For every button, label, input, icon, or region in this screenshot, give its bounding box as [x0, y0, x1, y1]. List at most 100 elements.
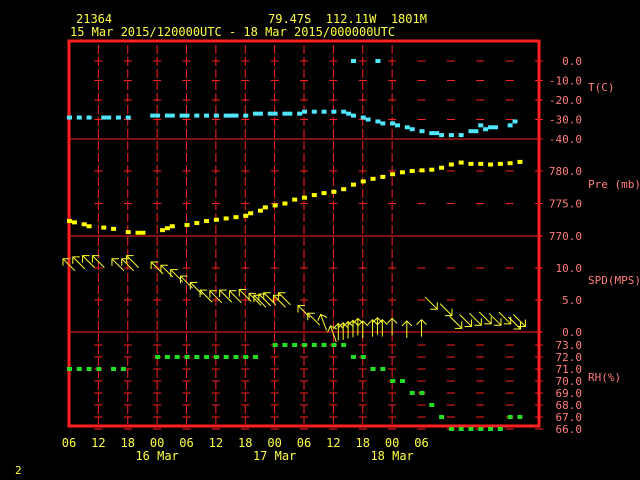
temp-point: [380, 121, 386, 126]
rh-point: [164, 355, 170, 359]
rh-point: [243, 355, 249, 359]
temp-point: [365, 117, 371, 122]
temp-point: [434, 131, 440, 136]
pressure-point: [135, 230, 141, 235]
rh-point: [390, 379, 396, 383]
pressure-point: [439, 165, 445, 170]
y-tick-label: 66.0: [556, 423, 583, 436]
rh-point: [184, 355, 190, 359]
rh-point: [223, 355, 229, 359]
rh-point: [86, 367, 92, 371]
temp-point: [194, 113, 200, 118]
panel-label-pressure: Pre (mb): [588, 178, 640, 191]
x-tick-label: 18: [121, 436, 135, 450]
temp-point: [67, 115, 72, 120]
pressure-point: [243, 213, 249, 218]
pressure-point: [488, 162, 494, 167]
pressure-point: [311, 193, 317, 198]
rh-point: [448, 427, 454, 431]
temp-point: [311, 109, 317, 114]
wind-barb: [513, 314, 526, 327]
pressure-point: [262, 205, 268, 210]
pressure-point: [101, 225, 107, 230]
rh-point: [517, 415, 523, 419]
rh-point: [213, 355, 219, 359]
temp-point: [483, 127, 489, 132]
temp-point: [404, 125, 410, 130]
pressure-point: [497, 161, 503, 166]
temp-point: [267, 111, 273, 116]
rh-point: [360, 355, 366, 359]
rh-point: [399, 379, 405, 383]
y-tick-label: 775.0: [549, 198, 582, 211]
temp-point: [439, 133, 445, 138]
station-location: 79.47S 112.11W 1801M: [268, 12, 427, 26]
wind-barb: [386, 317, 398, 336]
y-tick-label: -40.0: [549, 133, 582, 146]
pressure-point: [233, 215, 239, 220]
temp-point: [375, 59, 381, 63]
temp-point: [331, 109, 337, 114]
rh-point: [409, 391, 415, 395]
y-tick-label: -30.0: [549, 114, 582, 127]
temp-point: [169, 113, 175, 118]
pressure-point: [204, 219, 210, 224]
rh-point: [194, 355, 200, 359]
temp-point: [253, 111, 259, 116]
temp-point: [233, 113, 239, 118]
rh-point: [497, 427, 503, 431]
pressure-point: [184, 222, 190, 227]
temp-point: [473, 129, 479, 134]
rh-point: [370, 367, 376, 371]
pressure-point: [458, 160, 464, 165]
y-tick-labels: 0.0 -10.0 -20.0 -30.0 -40.0 780.0 775.0 770.0 10…: [549, 55, 582, 436]
x-tick-label: 06: [297, 436, 311, 450]
pressure-point: [302, 195, 307, 200]
rh-point: [311, 343, 317, 347]
rh-point: [96, 367, 102, 371]
pressure-point: [125, 230, 131, 235]
data-series: [62, 59, 526, 431]
temp-point: [395, 123, 401, 128]
temp-point: [429, 131, 435, 136]
pressure-point: [331, 189, 337, 194]
temp-point: [350, 59, 356, 63]
temp-point: [257, 111, 263, 116]
rh-point: [478, 427, 484, 431]
rh-point: [468, 427, 474, 431]
pressure-point: [380, 174, 386, 179]
pressure-point: [248, 211, 254, 216]
pressure-point: [507, 161, 513, 166]
y-tick-label: 0.0: [562, 326, 582, 339]
rh-point: [120, 367, 126, 371]
rh-point: [155, 355, 161, 359]
pressure-point: [478, 161, 484, 166]
y-tick-label: -20.0: [549, 94, 582, 107]
pressure-point: [86, 224, 92, 229]
x-tick-label: 12: [91, 436, 105, 450]
rh-point: [76, 367, 82, 371]
rh-point: [350, 355, 356, 359]
y-tick-label: 780.0: [549, 165, 582, 178]
pressure-point: [169, 224, 175, 229]
x-tick-label: 00: [150, 436, 164, 450]
pressure-point: [370, 176, 376, 181]
temp-point: [468, 129, 474, 134]
temp-point: [282, 111, 288, 116]
pressure-point: [140, 230, 146, 235]
pressure-point: [71, 220, 77, 225]
temp-point: [419, 129, 425, 134]
plot-grid: [69, 45, 543, 430]
temp-point: [272, 111, 278, 116]
rh-point: [419, 391, 425, 395]
temp-point: [101, 115, 107, 120]
x-tick-label: 06: [179, 436, 193, 450]
temp-point: [297, 111, 303, 116]
rh-point: [341, 343, 347, 347]
temp-point: [164, 113, 170, 118]
pressure-point: [81, 222, 87, 227]
temp-point: [204, 113, 210, 118]
pressure-point: [517, 159, 523, 164]
temp-point: [228, 113, 234, 118]
pressure-point: [160, 228, 166, 233]
